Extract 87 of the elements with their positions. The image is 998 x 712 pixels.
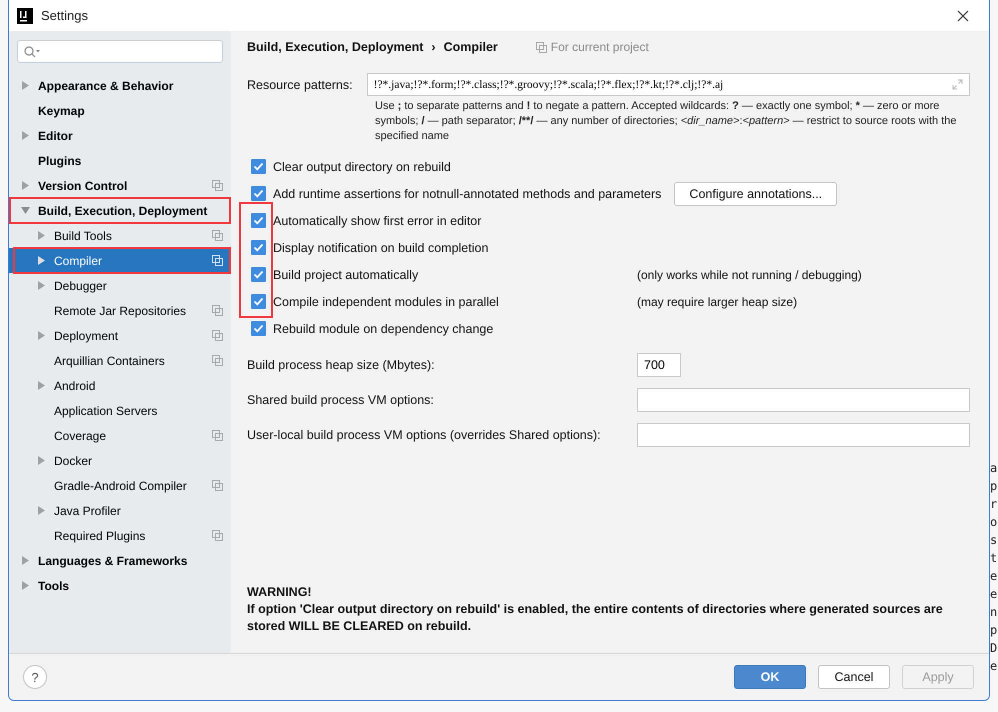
expand-icon[interactable] bbox=[952, 79, 963, 90]
background-text: p bbox=[990, 478, 998, 495]
breadcrumb-item: Compiler bbox=[444, 40, 498, 54]
close-icon[interactable] bbox=[957, 10, 969, 22]
tree-item[interactable]: Application Servers bbox=[9, 398, 231, 423]
background-text: t bbox=[990, 550, 998, 567]
option-label: Rebuild module on dependency change bbox=[273, 322, 494, 336]
tree-item[interactable]: Build, Execution, Deployment bbox=[9, 198, 231, 223]
checkbox[interactable] bbox=[251, 294, 266, 309]
search-icon bbox=[24, 46, 40, 58]
help-button[interactable]: ? bbox=[23, 665, 47, 689]
tree-item[interactable]: Plugins bbox=[9, 148, 231, 173]
tree-item[interactable]: Tools bbox=[9, 573, 231, 598]
tree-item[interactable]: Build Tools bbox=[9, 223, 231, 248]
checkbox[interactable] bbox=[251, 186, 266, 201]
field-label: Build process heap size (Mbytes): bbox=[247, 358, 436, 372]
collapsed-arrow-icon[interactable] bbox=[37, 231, 46, 240]
collapsed-arrow-icon[interactable] bbox=[37, 331, 46, 340]
warning-message: WARNING! If option 'Clear output directory on rebuild' is enabled, the entire contents of directories where generated sources are stored WILL BE CLEARED on rebuild. bbox=[247, 584, 944, 635]
tree-item[interactable]: Debugger bbox=[9, 273, 231, 298]
checkbox[interactable] bbox=[251, 213, 266, 228]
collapsed-arrow-icon[interactable] bbox=[21, 581, 30, 590]
collapsed-arrow-icon[interactable] bbox=[21, 131, 30, 140]
background-text: p bbox=[990, 622, 998, 639]
tree-item[interactable]: Deployment bbox=[9, 323, 231, 348]
option-note: (only works while not running / debugging) bbox=[637, 268, 862, 282]
background-text: n bbox=[990, 604, 998, 621]
background-text: s bbox=[990, 532, 998, 549]
tree-item[interactable]: Compiler bbox=[9, 248, 231, 273]
checkbox[interactable] bbox=[251, 240, 266, 255]
dialog-button[interactable]: Cancel bbox=[818, 665, 890, 689]
patterns-hint: Use ; to separate patterns and ! to negate a pattern. Accepted wildcards: ? — exactly one symbol; * — zero or more symbols; / — path separator; /**/ — any number of directories; <dir_name>:<pattern> — restrict to source roots with the specified name bbox=[375, 99, 958, 144]
tree-item[interactable]: Arquillian Containers bbox=[9, 348, 231, 373]
expanded-arrow-icon[interactable] bbox=[21, 206, 30, 215]
tree-item[interactable]: Editor bbox=[9, 123, 231, 148]
field-label: Shared build process VM options: bbox=[247, 392, 435, 406]
breadcrumb-separator: › bbox=[431, 40, 436, 54]
option-note: (may require larger heap size) bbox=[637, 294, 798, 308]
dialog-button[interactable]: OK bbox=[734, 665, 806, 689]
collapsed-arrow-icon[interactable] bbox=[37, 506, 46, 515]
background-text: e bbox=[990, 658, 998, 675]
collapsed-arrow-icon[interactable] bbox=[37, 256, 46, 265]
configure-annotations-button[interactable]: Configure annotations... bbox=[674, 182, 838, 206]
option-label: Display notification on build completion bbox=[273, 240, 490, 254]
background-text: e bbox=[990, 568, 998, 585]
input-field[interactable]: 700 bbox=[637, 352, 681, 376]
background-text: e bbox=[990, 586, 998, 603]
project-scope-icon bbox=[536, 42, 547, 52]
tree-item[interactable]: Languages & Frameworks bbox=[9, 548, 231, 573]
option-label: Build project automatically bbox=[273, 268, 420, 282]
checkbox[interactable] bbox=[251, 321, 266, 336]
checkbox[interactable] bbox=[251, 159, 266, 174]
window-title: Settings bbox=[41, 8, 89, 23]
option-label: Add runtime assertions for notnull-annotated methods and parameters bbox=[273, 186, 662, 200]
tree-item[interactable]: Required Plugins bbox=[9, 523, 231, 548]
collapsed-arrow-icon[interactable] bbox=[37, 381, 46, 390]
background-text: r bbox=[990, 496, 998, 513]
background-text: o bbox=[990, 514, 998, 531]
input-field[interactable] bbox=[637, 422, 970, 446]
collapsed-arrow-icon[interactable] bbox=[37, 281, 46, 290]
search-field[interactable] bbox=[17, 40, 223, 63]
checkbox[interactable] bbox=[251, 267, 266, 282]
field-label: User-local build process VM options (overrides Shared options): bbox=[247, 428, 602, 442]
collapsed-arrow-icon[interactable] bbox=[21, 81, 30, 90]
breadcrumb-item: Build, Execution, Deployment bbox=[247, 40, 424, 54]
tree-item[interactable]: Java Profiler bbox=[9, 498, 231, 523]
tree-item[interactable]: Appearance & Behavior bbox=[9, 73, 231, 98]
collapsed-arrow-icon[interactable] bbox=[21, 181, 30, 190]
option-label: Compile independent modules in parallel bbox=[273, 294, 500, 308]
collapsed-arrow-icon[interactable] bbox=[21, 556, 30, 565]
tree-item[interactable]: Android bbox=[9, 373, 231, 398]
input-field[interactable] bbox=[637, 388, 970, 412]
tree-item[interactable]: Keymap bbox=[9, 98, 231, 123]
tree-item[interactable]: Docker bbox=[9, 448, 231, 473]
option-label: Clear output directory on rebuild bbox=[273, 160, 452, 174]
field-label: Resource patterns: bbox=[247, 78, 353, 92]
collapsed-arrow-icon[interactable] bbox=[37, 456, 46, 465]
app-logo-icon bbox=[17, 8, 33, 24]
background-text: a bbox=[990, 460, 998, 477]
tree-item[interactable]: Coverage bbox=[9, 423, 231, 448]
tree-item[interactable]: Gradle-Android Compiler bbox=[9, 473, 231, 498]
resource-patterns-field[interactable]: !?*.java;!?*.form;!?*.class;!?*.groovy;!?*.scala;!?*.flex;!?*.kt;!?*.clj;!?*.aj bbox=[366, 73, 970, 96]
scope-label: For current project bbox=[550, 40, 649, 54]
tree-item[interactable]: Remote Jar Repositories bbox=[9, 298, 231, 323]
background-text: D bbox=[990, 640, 998, 657]
tree-item[interactable]: Version Control bbox=[9, 173, 231, 198]
option-label: Automatically show first error in editor bbox=[273, 214, 482, 228]
